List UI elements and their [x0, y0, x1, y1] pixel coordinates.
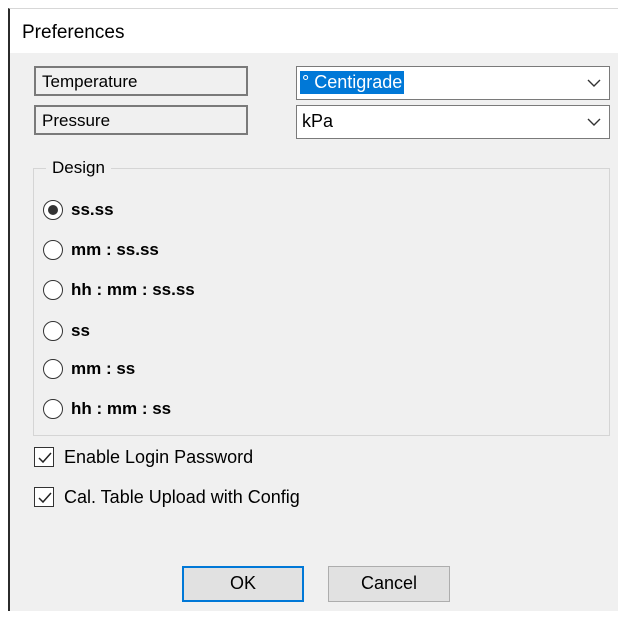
radio-option-ss[interactable]: ss [43, 318, 90, 344]
checkmark-icon [38, 452, 52, 464]
radio-option-hh-mm-ss[interactable]: hh : mm : ss [43, 396, 171, 422]
design-groupbox: Design ss.ss mm : ss.ss hh : mm : ss.ss … [33, 158, 610, 436]
checkmark-icon [38, 492, 52, 504]
pressure-value: kPa [302, 111, 334, 131]
radio-option-mm-ss[interactable]: mm : ss [43, 356, 135, 382]
ok-button[interactable]: OK [182, 566, 304, 602]
preferences-dialog: Preferences Temperature ° Centigrade Pre… [8, 8, 618, 611]
temperature-label: Temperature [34, 66, 248, 96]
pressure-select[interactable]: kPa [296, 105, 610, 139]
radio-option-ss-ss[interactable]: ss.ss [43, 197, 114, 223]
radio-button[interactable] [43, 321, 63, 341]
radio-label: mm : ss [71, 359, 136, 378]
temperature-select[interactable]: ° Centigrade [296, 66, 610, 100]
radio-button[interactable] [43, 240, 63, 260]
enable-login-password-checkbox[interactable] [34, 447, 54, 467]
radio-label: hh : mm : ss.ss [71, 280, 195, 299]
enable-login-password-label: Enable Login Password [64, 446, 254, 467]
radio-option-mm-ss-ss[interactable]: mm : ss.ss [43, 237, 159, 263]
radio-button[interactable] [43, 399, 63, 419]
radio-label: hh : mm : ss [71, 399, 172, 418]
cancel-button[interactable]: Cancel [328, 566, 450, 602]
temperature-value: ° Centigrade [300, 71, 405, 94]
radio-option-hh-mm-ss-ss[interactable]: hh : mm : ss.ss [43, 277, 195, 303]
radio-label: ss.ss [71, 200, 114, 219]
cal-table-upload-label: Cal. Table Upload with Config [64, 486, 300, 507]
design-legend: Design [46, 158, 111, 178]
cal-table-upload-checkbox[interactable] [34, 487, 54, 507]
cal-table-upload-checkbox-row[interactable]: Cal. Table Upload with Config [34, 484, 300, 510]
radio-button[interactable] [43, 280, 63, 300]
radio-label: mm : ss.ss [71, 240, 159, 259]
title-bar: Preferences [10, 9, 618, 53]
chevron-down-icon[interactable] [587, 115, 601, 129]
pressure-label: Pressure [34, 105, 248, 135]
enable-login-password-checkbox-row[interactable]: Enable Login Password [34, 444, 253, 470]
radio-button[interactable] [43, 200, 63, 220]
radio-button[interactable] [43, 359, 63, 379]
dialog-title: Preferences [22, 22, 125, 43]
chevron-down-icon[interactable] [587, 76, 601, 90]
radio-label: ss [71, 321, 90, 340]
